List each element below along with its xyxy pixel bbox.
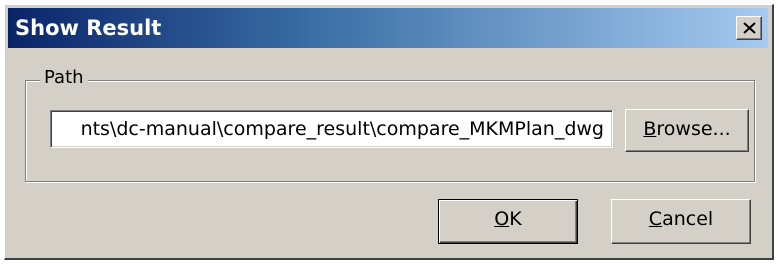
browse-mnemonic: B [643,118,657,140]
path-group-label: Path [40,67,88,88]
browse-label: rowse... [656,118,731,140]
close-icon [743,22,756,34]
close-button[interactable] [736,16,762,40]
ok-label: K [509,208,522,230]
ok-mnemonic: O [494,208,510,230]
browse-button[interactable]: Browse... [625,109,749,152]
window-title: Show Result [15,16,162,40]
show-result-dialog: Show Result Path nts\dc-manual\compare_r… [4,4,774,260]
cancel-button[interactable]: Cancel [611,199,751,244]
path-input[interactable]: nts\dc-manual\compare_result\compare_MKM… [50,110,613,148]
cancel-label: ancel [662,208,714,230]
title-bar[interactable]: Show Result [8,8,768,48]
cancel-mnemonic: C [648,208,663,230]
ok-button[interactable]: OK [438,199,578,244]
path-input-value: nts\dc-manual\compare_result\compare_MKM… [80,118,604,140]
path-groupbox: Path nts\dc-manual\compare_result\compar… [25,67,755,182]
